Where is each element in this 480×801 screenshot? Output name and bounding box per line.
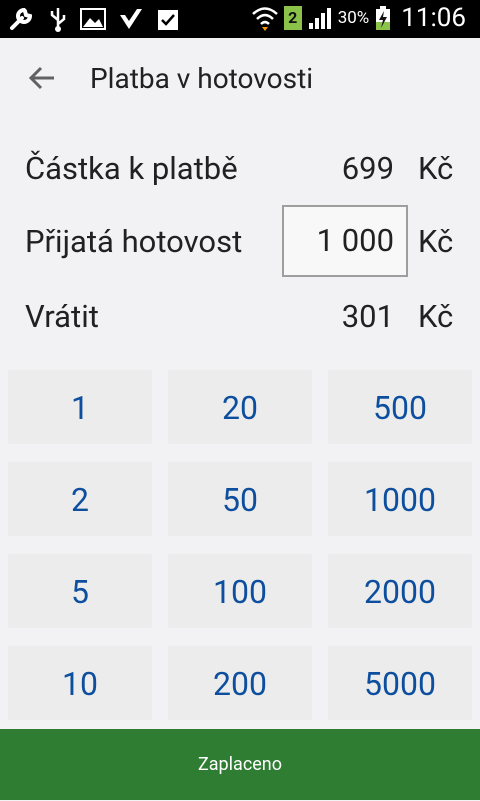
status-bar: 2 30% 11:06: [0, 0, 480, 38]
status-right: 2 30% 11:06: [251, 3, 466, 33]
key-200[interactable]: 200: [168, 646, 312, 720]
cash-received-input[interactable]: 1 000: [282, 205, 408, 277]
check-icon: [120, 9, 142, 29]
wifi-icon: [251, 7, 278, 31]
back-arrow-icon[interactable]: [26, 62, 58, 94]
battery-percent: 30%: [337, 8, 370, 28]
change-value: 301: [341, 298, 394, 335]
key-1000[interactable]: 1000: [328, 462, 472, 536]
key-5000[interactable]: 5000: [328, 646, 472, 720]
key-100[interactable]: 100: [168, 554, 312, 628]
amount-due-label: Částka k platbě: [25, 150, 238, 187]
change-row: Vrátit 301 Kč: [0, 288, 480, 348]
app-bar: Platba v hotovosti: [0, 38, 480, 124]
key-5[interactable]: 5: [8, 554, 152, 628]
signal-icon: [308, 8, 331, 29]
status-left-icons: [8, 6, 180, 32]
amount-due-value: 699: [341, 150, 394, 187]
key-500[interactable]: 500: [328, 370, 472, 444]
change-currency: Kč: [418, 298, 454, 335]
sim-indicator: 2: [283, 6, 302, 30]
amount-due-currency: Kč: [418, 150, 454, 187]
image-icon: [80, 8, 106, 30]
wrench-icon: [10, 7, 33, 30]
key-2[interactable]: 2: [8, 462, 152, 536]
battery-charging-icon: [376, 6, 391, 30]
key-20[interactable]: 20: [168, 370, 312, 444]
cash-received-currency: Kč: [418, 223, 454, 260]
key-10[interactable]: 10: [8, 646, 152, 720]
paid-button[interactable]: Zaplaceno: [0, 729, 480, 800]
change-label: Vrátit: [25, 298, 99, 335]
key-1[interactable]: 1: [8, 370, 152, 444]
clipboard-icon: [158, 10, 178, 30]
usb-icon: [50, 8, 66, 32]
key-2000[interactable]: 2000: [328, 554, 472, 628]
clock: 11:06: [401, 3, 466, 33]
key-50[interactable]: 50: [168, 462, 312, 536]
cash-received-label: Přijatá hotovost: [25, 223, 243, 260]
amount-due-row: Částka k platbě 699 Kč: [0, 140, 480, 200]
cash-received-row: Přijatá hotovost Kč: [0, 213, 480, 273]
page-title: Platba v hotovosti: [90, 62, 314, 95]
